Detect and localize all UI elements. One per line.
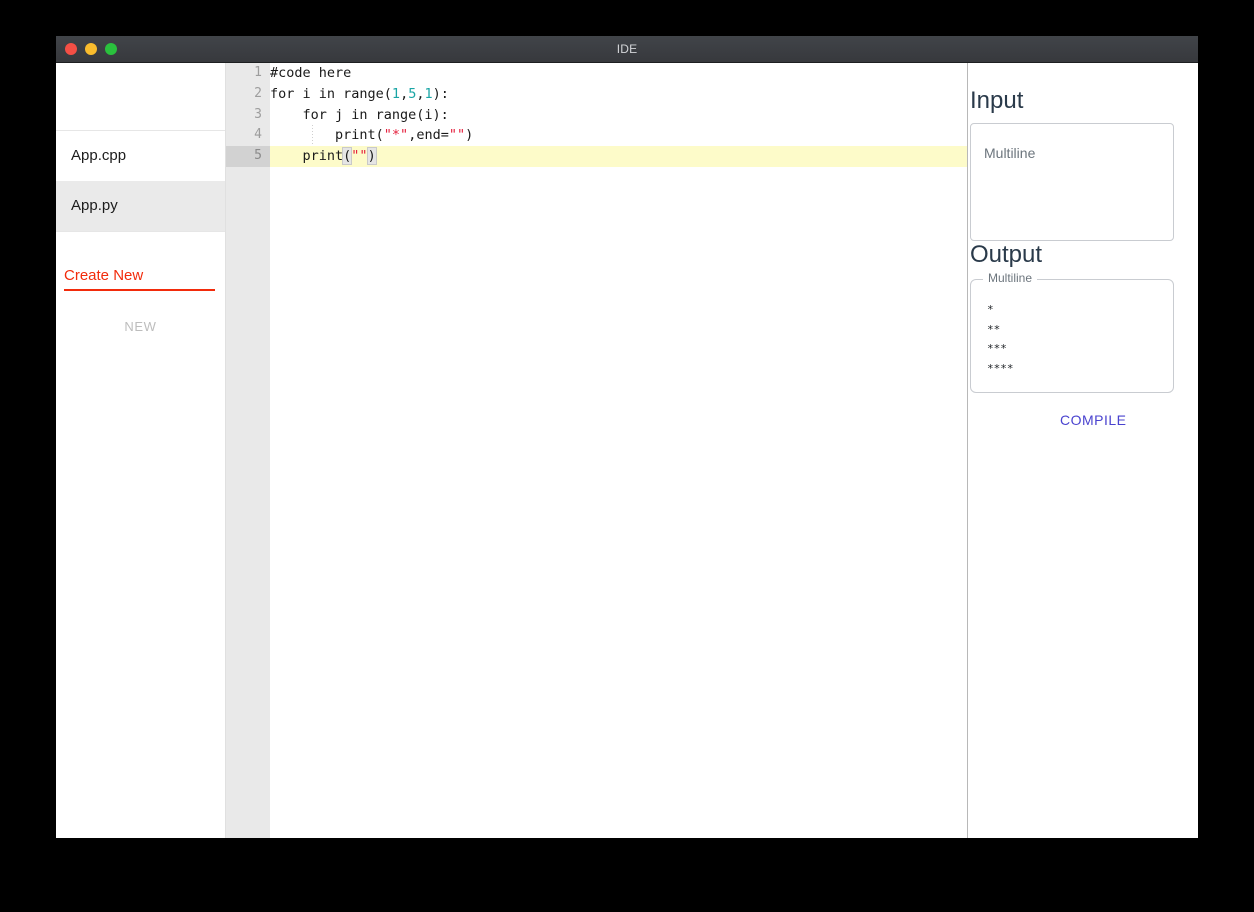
output-textarea: Multiline * ** *** **** (970, 271, 1174, 393)
create-new-label[interactable]: Create New (56, 267, 225, 289)
minimize-window-icon[interactable] (85, 43, 97, 55)
code-line-4[interactable]: print("*",end="") (270, 125, 967, 147)
code-editor[interactable]: 1 2 3 4 5 #code here for i in range(1,5,… (226, 63, 968, 838)
output-panel-title: Output (970, 241, 1043, 268)
input-panel-title: Input (970, 87, 1024, 114)
code-comment: #code here (270, 65, 352, 81)
new-file-button[interactable]: NEW (56, 291, 225, 334)
close-window-icon[interactable] (65, 43, 77, 55)
file-sidebar: App.cpp App.py Create New NEW (56, 63, 226, 838)
code-text: print( (270, 127, 384, 144)
sidebar-top-spacer (56, 63, 225, 131)
sidebar-file-app-cpp[interactable]: App.cpp (56, 131, 225, 181)
window-title: IDE (616, 42, 638, 56)
indent-guide (312, 125, 313, 147)
code-string: "" (351, 148, 368, 165)
sidebar-file-app-py[interactable]: App.py (56, 181, 225, 231)
input-placeholder: Multiline (984, 145, 1036, 161)
line-number: 1 (254, 65, 262, 80)
code-text: , (400, 85, 409, 102)
code-string: "" (448, 127, 466, 144)
code-text: ,end= (408, 127, 449, 144)
bracket-match-close: ) (366, 147, 377, 166)
output-content: * ** *** **** (971, 280, 1173, 378)
code-text: for i in range( (270, 85, 392, 102)
text-cursor (375, 147, 377, 163)
output-line: **** (987, 361, 1014, 375)
code-line-3[interactable]: for j in range(i): (270, 105, 967, 126)
file-list: App.cpp App.py (56, 131, 225, 232)
traffic-light-group (65, 36, 117, 62)
code-line-1[interactable]: #code here (270, 63, 967, 84)
line-number-gutter: 1 2 3 4 5 (226, 63, 270, 838)
code-text: ) (465, 127, 474, 144)
code-text: ): (432, 85, 449, 102)
maximize-window-icon[interactable] (105, 43, 117, 55)
window-body: App.cpp App.py Create New NEW 1 2 3 4 5 … (56, 63, 1198, 838)
output-line: * (987, 303, 994, 316)
line-number: 4 (254, 127, 262, 143)
window-titlebar: IDE (56, 36, 1198, 63)
code-line-2[interactable]: for i in range(1,5,1): (270, 84, 967, 105)
code-text-area[interactable]: #code here for i in range(1,5,1): for j … (270, 63, 967, 838)
code-text: print (270, 148, 344, 165)
code-string: "*" (383, 127, 409, 144)
line-number: 2 (254, 85, 262, 101)
code-text: for j in range(i): (270, 106, 449, 123)
output-line: *** (987, 342, 1007, 355)
code-number: 1 (391, 85, 401, 102)
ide-window: IDE App.cpp App.py Create New NEW 1 2 3 … (56, 36, 1198, 838)
output-line: ** (987, 322, 1001, 336)
line-number: 3 (254, 106, 262, 122)
io-panel: Input Multiline Output Multiline * ** **… (968, 63, 1198, 838)
output-legend-label: Multiline (983, 271, 1038, 285)
compile-button[interactable]: COMPILE (1052, 406, 1135, 434)
line-number-active: 5 (226, 146, 270, 167)
create-new-section: Create New NEW (56, 232, 225, 334)
input-textarea[interactable]: Multiline (970, 123, 1174, 241)
code-line-5-active[interactable]: print("") (270, 146, 967, 167)
code-number: 1 (424, 85, 433, 102)
